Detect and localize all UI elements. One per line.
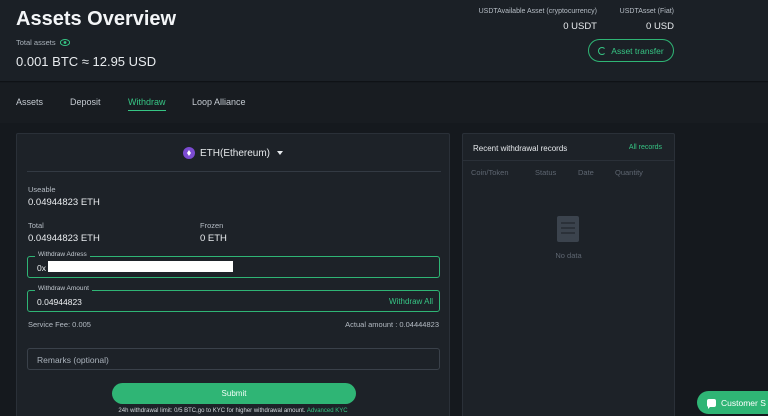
eye-icon[interactable] — [59, 39, 70, 46]
service-fee: Service Fee: 0.005 — [28, 320, 91, 329]
withdraw-amount-input[interactable]: Withdraw Amount 0.04944823 Withdraw All — [27, 285, 440, 312]
submit-button[interactable]: Submit — [112, 383, 356, 404]
records-title: Recent withdrawal records — [473, 144, 568, 153]
tab-assets[interactable]: Assets — [16, 97, 43, 107]
total-label: Total — [28, 221, 44, 230]
frozen-value: 0 ETH — [200, 233, 227, 244]
asset-transfer-label: Asset transfer — [611, 45, 664, 56]
useable-label: Useable — [28, 185, 56, 194]
asset-transfer-button[interactable]: Asset transfer — [588, 39, 674, 62]
fiat-asset-value: 0 USD — [646, 21, 674, 32]
withdraw-all-button[interactable]: Withdraw All — [389, 297, 433, 306]
assets-header: Assets Overview Total assets 0.001 BTC ≈… — [0, 0, 768, 82]
asset-tabs: Assets Deposit Withdraw Loop Alliance — [0, 83, 768, 123]
actual-amount: Actual amount : 0.04444823 — [345, 320, 439, 329]
withdraw-address-input[interactable]: Withdraw Adress 0x — [27, 251, 440, 278]
transfer-icon — [598, 46, 607, 55]
chat-icon — [707, 398, 716, 409]
page-title: Assets Overview — [16, 8, 177, 30]
total-assets-label: Total assets — [16, 38, 70, 47]
total-assets-value: 0.001 BTC ≈ 12.95 USD — [16, 54, 157, 69]
total-value: 0.04944823 ETH — [28, 233, 100, 244]
crypto-asset-label: USDTAvailable Asset (cryptocurrency) — [478, 8, 597, 15]
divider — [27, 171, 441, 172]
ethereum-icon — [182, 147, 195, 159]
records-divider — [463, 160, 674, 161]
redacted-address — [48, 261, 233, 272]
customer-service-label: Customer S — [721, 397, 766, 408]
withdraw-address-value: 0x — [37, 263, 46, 273]
no-data-icon — [557, 216, 579, 242]
withdrawal-limit-note: 24h withdrawal limit: 0/5 BTC,go to KYC … — [17, 408, 449, 414]
withdraw-amount-value: 0.04944823 — [37, 297, 82, 307]
coin-selector[interactable]: ETH(Ethereum) — [17, 147, 449, 159]
withdraw-amount-label: Withdraw Amount — [35, 285, 92, 292]
withdraw-form: ETH(Ethereum) Useable 0.04944823 ETH Tot… — [16, 133, 450, 416]
remarks-input[interactable]: Remarks (optional) — [27, 348, 440, 370]
frozen-label: Frozen — [200, 221, 224, 230]
total-assets-label-text: Total assets — [16, 38, 56, 47]
coin-selector-label: ETH(Ethereum) — [199, 147, 270, 159]
chevron-down-icon — [277, 151, 283, 155]
tab-deposit[interactable]: Deposit — [70, 97, 101, 107]
no-data-text: No data — [555, 251, 582, 260]
withdrawal-limit-text: 24h withdrawal limit: 0/5 BTC,go to KYC … — [118, 408, 306, 414]
useable-value: 0.04944823 ETH — [28, 197, 100, 208]
advanced-kyc-link[interactable]: Advanced KYC — [307, 408, 348, 414]
crypto-asset-value: 0 USDT — [563, 21, 597, 32]
tab-loop-alliance[interactable]: Loop Alliance — [192, 97, 246, 107]
customer-service-button[interactable]: Customer S — [697, 391, 768, 414]
crypto-asset-stat: USDTAvailable Asset (cryptocurrency) 0 U… — [479, 8, 597, 32]
remarks-placeholder: Remarks (optional) — [37, 355, 109, 365]
fiat-asset-stat: USDTAsset (Fiat) 0 USD — [620, 8, 674, 32]
column-quantity: Quantity — [615, 168, 643, 177]
all-records-link[interactable]: All records — [629, 144, 662, 151]
column-status: Status — [535, 168, 557, 177]
fiat-asset-label: USDTAsset (Fiat) — [619, 8, 674, 15]
withdrawal-records-panel: Recent withdrawal records All records Co… — [462, 133, 675, 416]
column-date: Date — [578, 168, 594, 177]
column-coin-token: Coin/Token — [471, 168, 509, 177]
tab-withdraw[interactable]: Withdraw — [128, 97, 166, 111]
withdraw-address-label: Withdraw Adress — [35, 251, 90, 258]
